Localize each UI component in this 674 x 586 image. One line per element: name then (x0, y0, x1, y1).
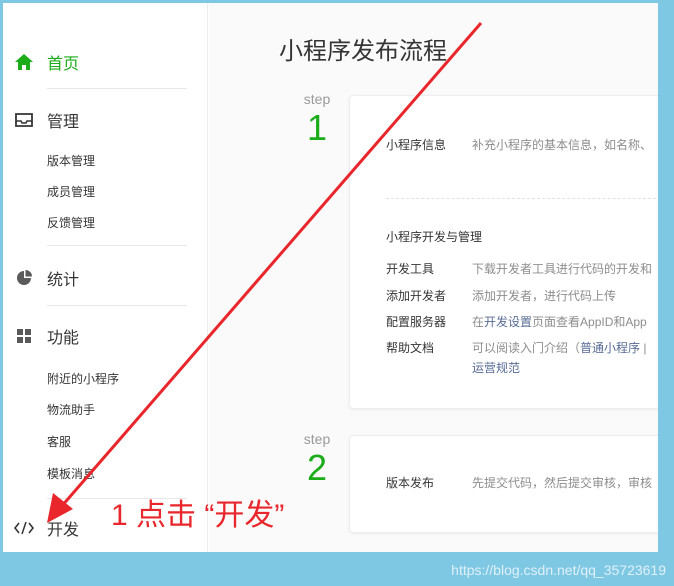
app-window: 首页 管理 版本管理 成员管理 反馈管理 统计 功能 附近的小程序 物流助手 客… (3, 3, 658, 552)
annotation-text: 1 点击 “开发” (111, 499, 285, 532)
annotation-arrow (47, 22, 483, 523)
watermark: https://blog.csdn.net/qq_35723619 (451, 562, 666, 578)
